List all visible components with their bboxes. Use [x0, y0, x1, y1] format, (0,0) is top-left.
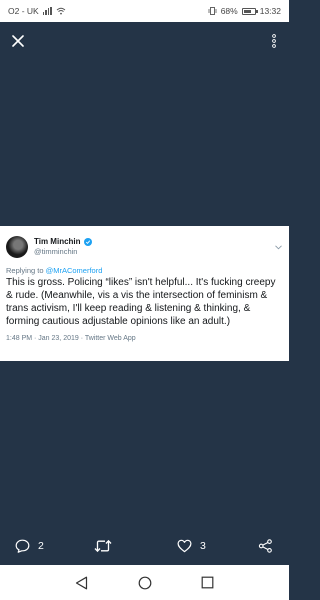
retweet-icon: [94, 539, 112, 553]
replying-prefix: Replying to: [6, 266, 46, 275]
tweet-text: This is gross. Policing “likes” isn't he…: [6, 277, 276, 327]
author-display-name[interactable]: Tim Minchin: [34, 237, 92, 247]
tweet-card: Tim Minchin @timminchin Replying to @MrA…: [0, 226, 289, 361]
wifi-icon: [56, 7, 66, 15]
reply-icon: [15, 539, 30, 553]
status-left: O2 - UK: [8, 6, 66, 16]
reply-count: 2: [38, 540, 44, 552]
back-triangle-icon: [75, 576, 88, 589]
status-bar: O2 - UK 68% 13:32: [0, 0, 289, 22]
battery-percent: 68%: [220, 6, 238, 16]
home-circle-icon: [138, 576, 151, 589]
nav-recents-button[interactable]: [200, 575, 216, 591]
tweet-action-bar: 2 3: [0, 531, 289, 565]
tweet-header: Tim Minchin @timminchin: [6, 232, 283, 262]
clock: 13:32: [259, 6, 281, 16]
vibrate-icon: [208, 7, 217, 15]
system-nav-bar: [0, 565, 289, 600]
nav-back-button[interactable]: [74, 575, 90, 591]
heart-icon: [177, 539, 192, 553]
avatar[interactable]: [6, 236, 28, 258]
nav-home-button[interactable]: [137, 575, 153, 591]
close-icon: [12, 35, 24, 47]
close-button[interactable]: [7, 30, 29, 52]
more-vertical-icon: [272, 34, 276, 48]
share-icon: [258, 539, 272, 553]
verified-badge-icon: [83, 238, 92, 246]
battery-icon: [241, 7, 258, 15]
replying-to-line: Replying to @MrAComerford: [6, 266, 283, 275]
carrier-label: O2 - UK: [8, 6, 39, 16]
like-count: 3: [200, 540, 206, 552]
battery-fill: [243, 9, 251, 13]
retweet-button[interactable]: [94, 539, 120, 553]
reply-button[interactable]: 2: [15, 539, 44, 553]
author-handle[interactable]: @timminchin: [34, 247, 92, 257]
media-viewer-lower: [0, 361, 289, 531]
tweet-menu-button[interactable]: [273, 242, 283, 252]
tweet-timestamp: 1:48 PM · Jan 23, 2019 · Twitter Web App: [6, 335, 136, 342]
chevron-down-icon: [274, 244, 282, 249]
display-name-text: Tim Minchin: [34, 237, 81, 246]
share-button[interactable]: [258, 539, 273, 553]
signal-icon: [42, 7, 53, 15]
more-options-button[interactable]: [267, 31, 281, 51]
replying-to-link[interactable]: @MrAComerford: [46, 266, 103, 275]
author-names: Tim Minchin @timminchin: [34, 237, 92, 257]
status-right: 68% 13:32: [208, 6, 281, 16]
media-viewer: [0, 22, 289, 226]
like-button[interactable]: 3: [177, 539, 206, 553]
recents-square-icon: [201, 576, 214, 589]
